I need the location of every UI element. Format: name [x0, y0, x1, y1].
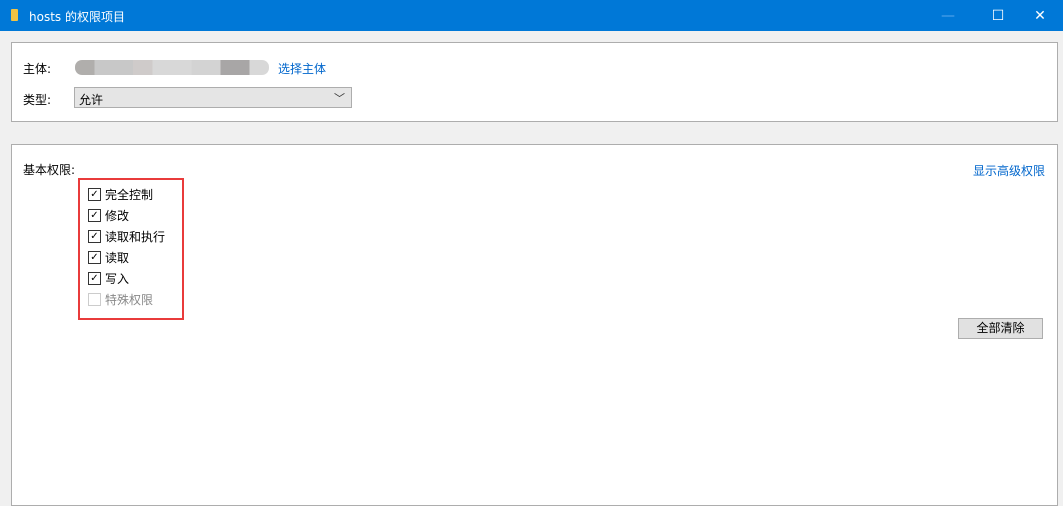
minimize-button[interactable]: — [925, 0, 971, 31]
checkbox-icon[interactable]: ✓ [88, 250, 101, 264]
principal-label: 主体: [23, 62, 52, 76]
checkbox-icon[interactable]: ✓ [88, 229, 101, 243]
close-button[interactable]: ✕ [1017, 0, 1063, 31]
maximize-button[interactable]: ☐ [975, 0, 1021, 31]
type-value: 允许 [79, 93, 104, 107]
permission-label: 特殊权限 [105, 292, 154, 307]
permission-label: 修改 [105, 208, 130, 223]
permission-checkbox[interactable]: ✓ 修改 [88, 207, 129, 223]
folder-icon [11, 9, 18, 21]
permission-label: 读取 [105, 250, 130, 265]
basic-permissions-label: 基本权限: [23, 163, 76, 177]
principal-panel [11, 42, 1058, 122]
permission-label: 读取和执行 [105, 229, 166, 244]
chevron-down-icon: ﹀ [334, 92, 345, 105]
permission-checkbox[interactable]: 特殊权限 [88, 291, 153, 307]
clear-all-button[interactable]: 全部清除 [958, 318, 1043, 339]
checkbox-icon[interactable]: ✓ [88, 187, 101, 201]
permission-checkbox[interactable]: ✓ 完全控制 [88, 186, 153, 202]
permission-checkbox[interactable]: ✓ 写入 [88, 270, 129, 286]
type-select[interactable]: 允许 ﹀ [74, 87, 352, 108]
type-label: 类型: [23, 93, 52, 107]
permission-checkbox[interactable]: ✓ 读取和执行 [88, 228, 165, 244]
title-bar: hosts 的权限项目 — ☐ ✕ [0, 0, 1063, 31]
checkbox-icon[interactable] [88, 292, 101, 306]
permission-checkbox[interactable]: ✓ 读取 [88, 249, 129, 265]
checkbox-icon[interactable]: ✓ [88, 208, 101, 222]
window-title: hosts 的权限项目 [29, 10, 125, 24]
checkbox-icon[interactable]: ✓ [88, 271, 101, 285]
select-principal-link[interactable]: 选择主体 [278, 60, 326, 77]
principal-name-blurred [75, 60, 269, 75]
permission-label: 写入 [105, 271, 130, 286]
permission-label: 完全控制 [105, 187, 154, 202]
show-advanced-link[interactable]: 显示高级权限 [973, 162, 1045, 179]
